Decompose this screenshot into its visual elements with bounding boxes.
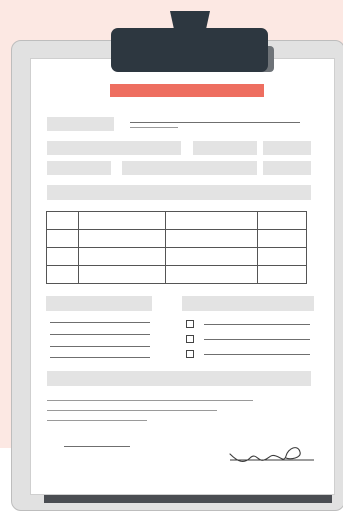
form-field-placeholder (263, 141, 311, 155)
checklist-line (204, 354, 310, 355)
form-line (50, 346, 150, 347)
form-line (50, 334, 150, 335)
date-line (64, 446, 130, 447)
form-field-placeholder (47, 141, 181, 155)
clipboard-clip (111, 28, 268, 72)
form-field-line (130, 122, 300, 123)
form-field-placeholder (47, 161, 111, 175)
checklist-line (204, 324, 310, 325)
checkbox[interactable] (186, 320, 194, 328)
form-line (47, 410, 217, 411)
form-header-bar (110, 84, 264, 97)
form-section-header-right (182, 296, 314, 311)
table-row-divider (47, 247, 306, 248)
signature-scribble (229, 447, 314, 463)
form-label-placeholder (47, 117, 114, 131)
form-section-header (47, 185, 311, 200)
form-field-line-short (130, 127, 178, 128)
form-section-header (47, 371, 311, 386)
form-field-placeholder (263, 161, 311, 175)
form-line (50, 322, 150, 323)
checkbox[interactable] (186, 335, 194, 343)
form-field-placeholder (122, 161, 257, 175)
form-line (50, 357, 150, 358)
table-row-divider (47, 265, 306, 266)
checkbox[interactable] (186, 350, 194, 358)
form-line (47, 420, 147, 421)
form-field-placeholder (193, 141, 257, 155)
form-section-header-left (46, 296, 152, 311)
checklist-line (204, 339, 310, 340)
form-line (47, 400, 253, 401)
table-row-divider (47, 229, 306, 230)
form-table (46, 211, 307, 284)
